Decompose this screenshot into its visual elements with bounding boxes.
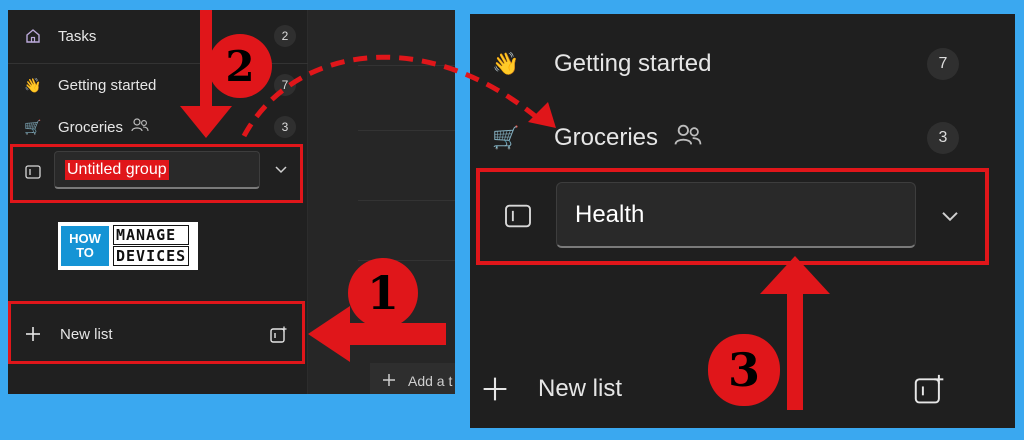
step-1-badge: 1 bbox=[348, 258, 418, 328]
sidebar-item-label: Getting started bbox=[554, 50, 712, 77]
sidebar-item-label: Groceries bbox=[554, 124, 659, 151]
add-task-input[interactable]: Add a t bbox=[370, 363, 455, 394]
logo-how-text: HOW bbox=[69, 231, 101, 246]
sidebar-item-groceries[interactable]: 🛒 Groceries 3 bbox=[470, 112, 1015, 164]
sidebar-item-getting-started[interactable]: 👋 Getting started 7 bbox=[470, 38, 1015, 90]
step-3-badge: 3 bbox=[708, 334, 780, 406]
highlight-box-new-list bbox=[8, 301, 305, 364]
task-count-badge: 7 bbox=[274, 74, 296, 96]
task-count-badge: 3 bbox=[927, 122, 959, 154]
task-count-badge: 3 bbox=[274, 116, 296, 138]
waving-hand-icon: 👋 bbox=[492, 51, 520, 76]
shared-people-icon bbox=[674, 124, 927, 153]
logo-manage-devices: MANAGE DEVICES bbox=[113, 225, 190, 267]
shopping-cart-icon: 🛒 bbox=[24, 118, 42, 135]
logo-manage-text: MANAGE bbox=[113, 225, 190, 245]
plus-icon bbox=[480, 374, 510, 404]
highlight-box-group bbox=[10, 144, 303, 203]
logo-devices-text: DEVICES bbox=[113, 246, 190, 266]
add-task-placeholder: Add a t bbox=[408, 373, 453, 389]
logo-to-text: TO bbox=[76, 245, 94, 260]
highlight-box-health-group bbox=[476, 168, 989, 265]
task-row-line bbox=[358, 130, 455, 131]
sidebar-item-label: Groceries bbox=[58, 118, 124, 136]
left-main-area: Add a t bbox=[308, 10, 455, 394]
plus-icon bbox=[382, 373, 396, 390]
sidebar-item-groceries[interactable]: 🛒 Groceries 3 bbox=[8, 107, 308, 147]
shared-people-icon bbox=[131, 118, 274, 136]
howtomanagedevices-logo: HOW TO MANAGE DEVICES bbox=[58, 222, 198, 270]
new-group-icon[interactable] bbox=[914, 374, 946, 411]
waving-hand-icon: 👋 bbox=[24, 76, 42, 93]
task-count-badge: 2 bbox=[274, 25, 296, 47]
logo-how-to: HOW TO bbox=[61, 226, 109, 266]
step-2-badge: 2 bbox=[208, 34, 272, 98]
shopping-cart-icon: 🛒 bbox=[492, 125, 520, 150]
task-row-line bbox=[358, 65, 455, 66]
home-icon bbox=[22, 25, 44, 47]
task-row-line bbox=[358, 200, 455, 201]
task-count-badge: 7 bbox=[927, 48, 959, 80]
